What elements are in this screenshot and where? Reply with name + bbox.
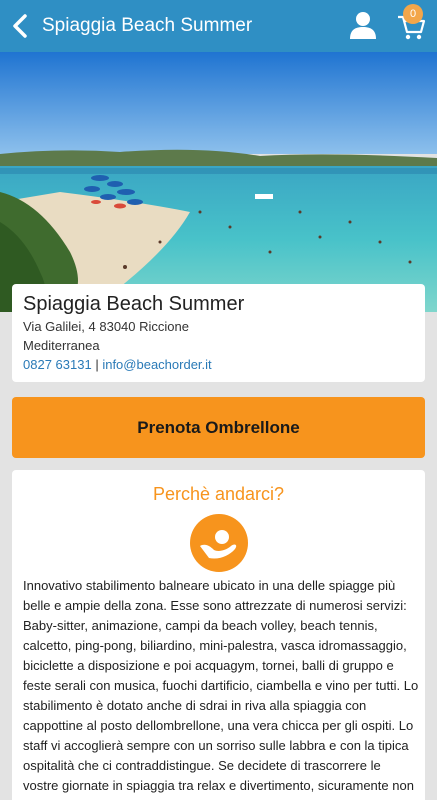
book-umbrella-button[interactable]: Prenota Ombrellone [12, 397, 425, 458]
hand-sun-icon [190, 514, 248, 572]
phone-link[interactable]: 0827 63131 [23, 357, 92, 372]
email-link[interactable]: info@beachorder.it [102, 357, 211, 372]
cart-count-badge: 0 [403, 4, 423, 24]
contact-separator: | [95, 357, 99, 372]
beach-info-card: Spiaggia Beach Summer Via Galilei, 4 830… [12, 284, 425, 382]
back-button[interactable] [0, 0, 40, 52]
beach-region: Mediterranea [23, 338, 100, 353]
why-go-description: Innovativo stabilimento balneare ubicato… [23, 578, 419, 800]
beach-hero-image [0, 52, 437, 312]
why-go-title: Perchè andarci? [152, 484, 285, 504]
beach-address: Via Galilei, 4 83040 Riccione [23, 319, 189, 334]
chevron-left-icon [13, 14, 27, 38]
user-icon[interactable] [349, 10, 377, 40]
why-go-card: Perchè andarci? Innovativo stabilimento … [12, 470, 425, 800]
beach-name: Spiaggia Beach Summer [23, 293, 245, 315]
contacts-line: 0827 63131 | info@beachorder.it [23, 355, 414, 374]
page-title: Spiaggia Beach Summer [42, 15, 253, 36]
